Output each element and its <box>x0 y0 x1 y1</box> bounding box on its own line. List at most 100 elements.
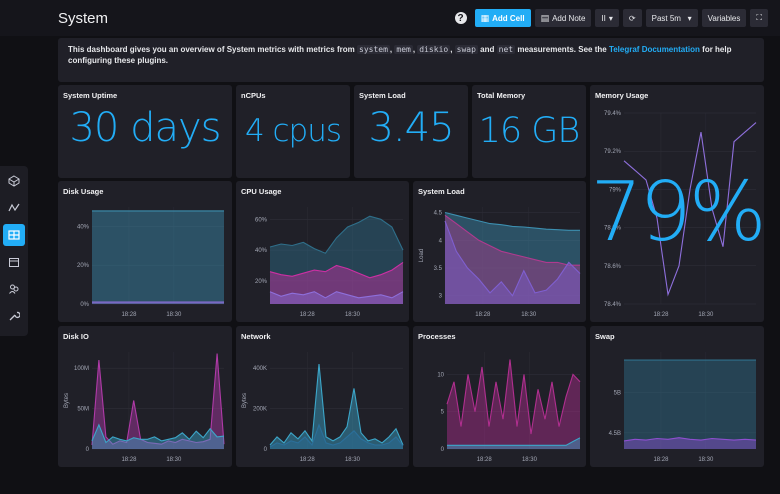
metric-diskio: diskio <box>417 45 451 54</box>
add-note-label: Add Note <box>552 13 586 23</box>
network-chart: 400K 200K 0 18:28 18:30 Bytes <box>242 352 404 463</box>
nav-item-data[interactable] <box>3 170 25 192</box>
series-area <box>270 364 403 449</box>
chevron-down-icon: ▾ <box>608 13 613 23</box>
cell-title: nCPUs <box>241 91 266 100</box>
metric-system: system <box>357 45 390 54</box>
cell-system-uptime[interactable]: System Uptime 30 days <box>58 85 232 178</box>
calendar-icon <box>9 258 19 267</box>
note-sep: , <box>450 45 453 54</box>
stat-value: 4 cpus <box>244 113 342 149</box>
y-tick-label: 0 <box>264 447 268 453</box>
cell-system-load-graph[interactable]: System Load 4.5 4 3.5 3 18:28 18:30 Load <box>413 181 586 322</box>
y-axis-label: Bytes <box>64 393 70 408</box>
metric-swap: swap <box>454 45 478 54</box>
note-sep: , <box>412 45 416 54</box>
note-icon: ▤ <box>540 12 550 23</box>
add-cell-label: Add Cell <box>492 13 525 23</box>
toolbar: ? ▦ Add Cell ▤ Add Note II ▾ ⟳ Past 5m ▾… <box>454 9 768 27</box>
metric-mem: mem <box>394 45 413 54</box>
x-tick-label: 18:28 <box>300 312 316 318</box>
y-tick-label: 20% <box>255 279 268 285</box>
pause-dropdown[interactable]: II ▾ <box>595 9 619 27</box>
add-note-button[interactable]: ▤ Add Note <box>534 9 592 27</box>
stat-value: 30 days <box>69 105 221 151</box>
y-tick-label: 3.5 <box>434 266 443 272</box>
nav-item-tasks[interactable] <box>3 251 25 273</box>
series-area <box>624 360 756 449</box>
variables-label: Variables <box>707 13 741 23</box>
system-load-chart: 4.5 4 3.5 3 18:28 18:30 Load <box>419 207 581 318</box>
nav-item-settings[interactable] <box>3 305 25 327</box>
note-sep: , <box>389 45 393 54</box>
cell-processes[interactable]: Processes 10 5 0 18:28 18:30 <box>413 326 586 467</box>
y-tick-label: 0 <box>86 447 90 453</box>
disk-usage-chart: 40% 20% 0% 18:28 18:30 <box>77 207 224 318</box>
stat-value: 16 GB <box>478 111 581 151</box>
series-area <box>447 359 580 449</box>
x-tick-label: 18:30 <box>698 312 714 318</box>
x-tick-label: 18:30 <box>521 312 537 318</box>
stat-value: 79% <box>590 165 764 260</box>
refresh-button[interactable]: ⟳ <box>622 9 642 27</box>
cell-total-memory[interactable]: Total Memory 16 GB <box>472 85 586 178</box>
note-text: This dashboard gives you an overview of … <box>68 45 355 54</box>
cell-ncpus[interactable]: nCPUs 4 cpus <box>236 85 350 178</box>
x-tick-label: 18:28 <box>475 312 491 318</box>
x-tick-label: 18:30 <box>522 457 538 463</box>
cell-system-load-stat[interactable]: System Load 3.45 <box>354 85 468 178</box>
cell-disk-usage[interactable]: Disk Usage 40% 20% 0% 18:28 18:30 <box>58 181 232 322</box>
x-tick-label: 18:30 <box>698 457 714 463</box>
nav-sidebar <box>0 166 28 336</box>
y-tick-label: 100M <box>74 366 89 372</box>
y-tick-label: 79.2% <box>604 149 622 155</box>
y-tick-label: 40% <box>255 248 268 254</box>
refresh-icon: ⟳ <box>628 13 636 23</box>
time-range-dropdown[interactable]: Past 5m ▾ <box>645 9 698 27</box>
nav-item-explore[interactable] <box>3 197 25 219</box>
cell-network[interactable]: Network 400K 200K 0 18:28 18:30 Bytes <box>236 326 409 467</box>
y-tick-label: 60% <box>255 217 268 223</box>
cell-memory-usage[interactable]: Memory Usage 79.4% 79.2% 79% 78.8% 78.6% 78.4… <box>590 85 764 322</box>
x-tick-label: 18:28 <box>121 312 137 318</box>
series-area <box>92 210 224 304</box>
y-tick-label: 3 <box>439 294 443 300</box>
add-cell-icon: ▦ <box>480 12 490 23</box>
disk-io-chart: 100M 50M 0 18:28 18:30 Bytes <box>64 352 225 463</box>
telegraf-docs-link[interactable]: Telegraf Documentation <box>609 45 700 54</box>
cell-swap[interactable]: Swap 5B 4.5B 18:28 18:30 <box>590 326 764 467</box>
nav-item-alerts[interactable] <box>3 278 25 300</box>
y-tick-label: 78.4% <box>604 302 622 308</box>
x-tick-label: 18:28 <box>300 457 316 463</box>
cell-title: Total Memory <box>477 91 526 100</box>
nav-item-dashboards[interactable] <box>3 224 25 246</box>
dashboard-icon <box>8 230 20 240</box>
x-tick-label: 18:30 <box>345 312 361 318</box>
y-tick-label: 79.4% <box>604 111 622 117</box>
x-tick-label: 18:30 <box>166 312 182 318</box>
cube-icon <box>8 175 20 187</box>
y-axis-label: Bytes <box>242 393 248 408</box>
x-tick-label: 18:28 <box>477 457 493 463</box>
note-and: and <box>480 45 495 54</box>
cell-disk-io[interactable]: Disk IO 100M 50M 0 18:28 18:30 Bytes <box>58 326 232 467</box>
help-icon[interactable]: ? <box>454 12 467 24</box>
add-cell-button[interactable]: ▦ Add Cell <box>474 9 531 27</box>
cell-title: System Load <box>359 91 406 100</box>
x-tick-label: 18:28 <box>121 457 137 463</box>
y-tick-label: 200K <box>253 407 267 413</box>
stat-value: 3.45 <box>368 105 454 151</box>
y-tick-label: 5B <box>614 390 621 396</box>
y-tick-label: 0 <box>441 447 445 453</box>
variables-button[interactable]: Variables <box>701 9 747 27</box>
cell-cpu-usage[interactable]: CPU Usage 60% 40% 20% 18:28 18:30 <box>236 181 409 322</box>
y-tick-label: 0% <box>80 302 89 308</box>
dashboard-header: System ? ▦ Add Cell ▤ Add Note II ▾ ⟳ Pa… <box>0 0 780 36</box>
y-tick-label: 50M <box>77 407 89 413</box>
x-tick-label: 18:30 <box>345 457 361 463</box>
presentation-mode-button[interactable]: ⛶ <box>750 9 768 27</box>
y-tick-label: 4 <box>439 238 443 244</box>
swap-chart: 5B 4.5B 18:28 18:30 <box>609 352 757 463</box>
cpu-usage-chart: 60% 40% 20% 18:28 18:30 <box>255 207 404 318</box>
dashboard-note: This dashboard gives you an overview of … <box>58 38 764 82</box>
